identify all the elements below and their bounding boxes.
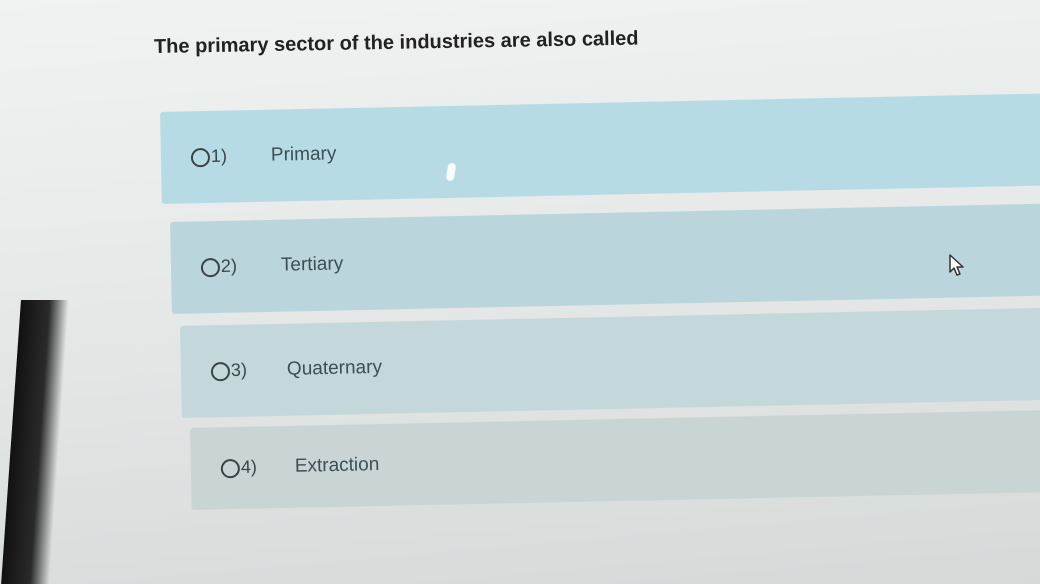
radio-circle-icon[interactable]	[190, 147, 211, 168]
option-4[interactable]: 4) Extraction	[190, 407, 1040, 510]
option-number: 2)	[220, 255, 238, 276]
option-3[interactable]: 3) Quaternary	[180, 305, 1040, 418]
monitor-bezel	[0, 300, 69, 584]
option-label: Quaternary	[286, 356, 383, 380]
option-number: 1)	[210, 145, 228, 166]
option-1[interactable]: 1) Primary	[160, 91, 1040, 204]
radio-circle-icon[interactable]	[200, 257, 221, 278]
question-text: The primary sector of the industries are…	[153, 27, 639, 58]
radio-circle-icon[interactable]	[220, 458, 241, 479]
option-label: Tertiary	[280, 253, 344, 276]
option-number: 4)	[240, 456, 258, 477]
option-number: 3)	[230, 359, 248, 380]
mouse-pointer-icon	[949, 254, 964, 276]
option-label: Extraction	[294, 454, 380, 477]
option-2[interactable]: 2) Tertiary	[170, 201, 1040, 314]
option-label: Primary	[270, 143, 337, 166]
radio-circle-icon[interactable]	[210, 361, 231, 382]
quiz-screen: The primary sector of the industries are…	[0, 0, 1040, 584]
